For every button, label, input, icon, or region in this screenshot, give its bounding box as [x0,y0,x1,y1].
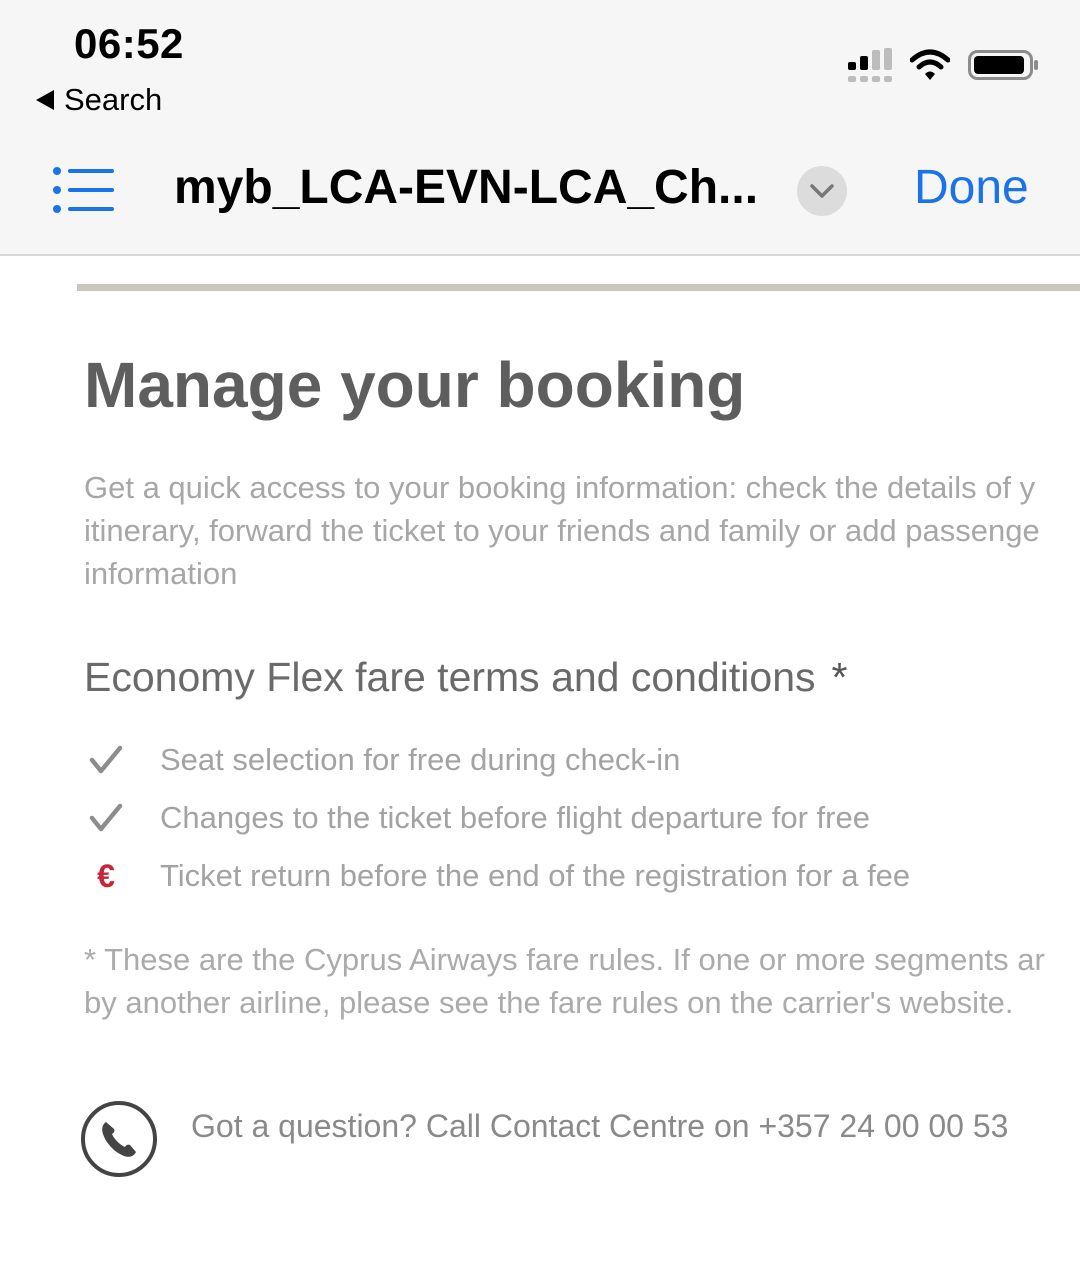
intro-paragraph: Get a quick access to your booking infor… [84,466,1080,595]
wifi-icon [910,49,950,80]
screen: 06:52 Search myb_LCA-EVN-LCA_Ch... Done … [0,0,1080,1280]
term-text: Ticket return before the end of the regi… [160,858,911,893]
intro-line: information [84,556,238,591]
document-content: Manage your booking Get a quick access t… [0,256,1080,1280]
term-text: Seat selection for free during check-in [160,742,681,777]
footnote-line: by another airline, please see the fare … [84,985,1014,1020]
page-heading: Manage your booking [84,349,746,421]
intro-line: Get a quick access to your booking infor… [84,470,1036,505]
checkmark-icon [86,740,126,780]
fare-rules-footnote: * These are the Cyprus Airways fare rule… [84,938,1080,1024]
intro-line: itinerary, forward the ticket to your fr… [84,513,1040,548]
list-icon [53,167,114,213]
footnote-line: * These are the Cyprus Airways fare rule… [84,942,1045,977]
fare-terms-title-text: Economy Flex fare terms and conditions [84,654,816,700]
cellular-signal-icon [848,48,892,82]
battery-icon [968,50,1038,80]
title-dropdown-button[interactable] [797,166,847,216]
euro-glyph: € [97,857,115,894]
phone-icon[interactable] [80,1100,158,1178]
checkmark-icon [86,798,126,838]
top-bar: 06:52 Search myb_LCA-EVN-LCA_Ch... Done [0,0,1080,256]
back-search-label: Search [64,82,163,117]
back-to-search-button[interactable]: Search [36,80,162,120]
divider [77,284,1080,291]
back-arrow-icon [36,90,54,110]
contact-centre-text[interactable]: Got a question? Call Contact Centre on +… [191,1108,1008,1145]
footnote-marker: * [831,654,848,700]
euro-icon: € [86,856,126,896]
list-menu-button[interactable] [52,166,116,214]
done-button[interactable]: Done [914,160,1029,215]
fare-terms-title: Economy Flex fare terms and conditions * [84,654,847,701]
term-text: Changes to the ticket before flight depa… [160,800,870,835]
status-time: 06:52 [74,20,184,67]
document-title[interactable]: myb_LCA-EVN-LCA_Ch... [174,160,758,215]
chevron-down-icon [810,184,834,198]
